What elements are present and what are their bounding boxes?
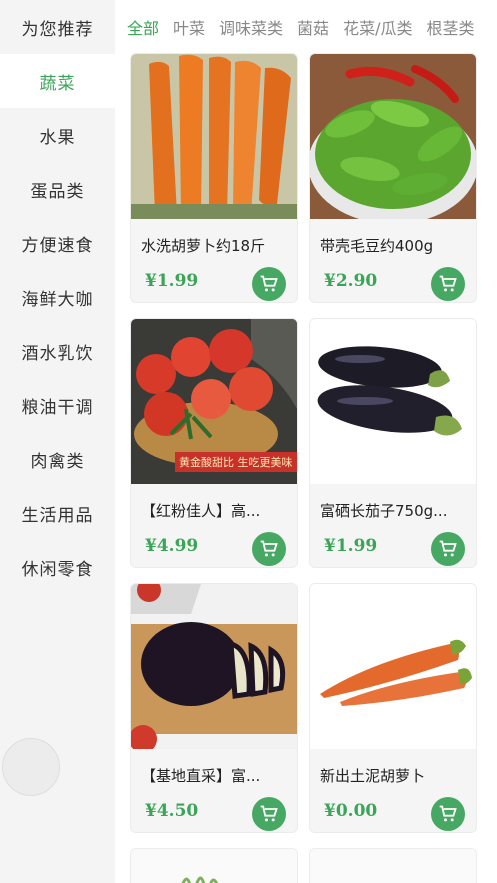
- product-area: 全部 叶菜 调味菜类 菌菇 花菜/瓜类 根茎类 水洗胡萝卜约18斤 ¥1.99: [115, 0, 497, 883]
- floating-assist-button[interactable]: [2, 738, 60, 796]
- add-to-cart-button[interactable]: [431, 267, 465, 301]
- cart-icon: [439, 805, 457, 822]
- sidebar-item-recommend[interactable]: 为您推荐: [0, 0, 115, 54]
- tab-mushroom[interactable]: 菌菇: [297, 15, 329, 39]
- sidebar-item-vegetables[interactable]: 蔬菜: [0, 54, 115, 108]
- cart-icon: [260, 275, 278, 292]
- cart-icon: [260, 805, 278, 822]
- product-image-sliced-eggplant: [131, 584, 297, 749]
- product-image-edamame: [310, 54, 476, 219]
- sidebar-item-fruit[interactable]: 水果: [0, 108, 115, 162]
- product-image: [131, 849, 297, 883]
- product-name: 带壳毛豆约400g: [320, 237, 434, 255]
- sidebar-item-daily-goods[interactable]: 生活用品: [0, 486, 115, 540]
- product-card[interactable]: [130, 848, 298, 883]
- add-to-cart-button[interactable]: [431, 532, 465, 566]
- product-price: ¥4.50: [145, 801, 199, 821]
- product-card[interactable]: 富硒长茄子750g... ¥1.99: [309, 318, 477, 568]
- product-image-tomatoes: 黄金酸甜比 生吃更美味: [131, 319, 297, 484]
- add-to-cart-button[interactable]: [252, 267, 286, 301]
- product-image-eggplant: [310, 319, 476, 484]
- tab-leafy[interactable]: 叶菜: [173, 15, 205, 39]
- product-image-muddy-carrots: [310, 584, 476, 749]
- sidebar-item-meat[interactable]: 肉禽类: [0, 432, 115, 486]
- sidebar-item-snacks[interactable]: 休闲零食: [0, 540, 115, 594]
- tab-seasoning-veg[interactable]: 调味菜类: [219, 15, 283, 39]
- product-card[interactable]: 【基地直采】富... ¥4.50: [130, 583, 298, 833]
- product-name: 水洗胡萝卜约18斤: [141, 237, 266, 255]
- product-image-carrots: [131, 54, 297, 219]
- product-name: 新出土泥胡萝卜: [320, 767, 426, 785]
- product-image: [310, 849, 476, 883]
- product-card[interactable]: [309, 848, 477, 883]
- cart-icon: [439, 275, 457, 292]
- category-sidebar: 为您推荐 蔬菜 水果 蛋品类 方便速食 海鲜大咖 酒水乳饮 粮油干调 肉禽类 生…: [0, 0, 115, 883]
- tab-all[interactable]: 全部: [127, 15, 159, 39]
- product-card[interactable]: 黄金酸甜比 生吃更美味 【红粉佳人】高... ¥4.99: [130, 318, 298, 568]
- subcategory-tabs: 全部 叶菜 调味菜类 菌菇 花菜/瓜类 根茎类: [115, 0, 497, 54]
- product-name: 【红粉佳人】高...: [141, 502, 261, 520]
- product-card[interactable]: 带壳毛豆约400g ¥2.90: [309, 53, 477, 303]
- product-card[interactable]: 水洗胡萝卜约18斤 ¥1.99: [130, 53, 298, 303]
- sidebar-item-grain-oil[interactable]: 粮油干调: [0, 378, 115, 432]
- product-price: ¥1.99: [324, 536, 378, 556]
- product-price: ¥2.90: [324, 271, 378, 291]
- tab-root[interactable]: 根茎类: [426, 15, 474, 39]
- add-to-cart-button[interactable]: [252, 797, 286, 831]
- product-price: ¥0.00: [324, 801, 378, 821]
- tab-flower-melon[interactable]: 花菜/瓜类: [343, 15, 412, 39]
- add-to-cart-button[interactable]: [431, 797, 465, 831]
- sidebar-item-drinks[interactable]: 酒水乳饮: [0, 324, 115, 378]
- cart-icon: [439, 540, 457, 557]
- product-name: 【基地直采】富...: [141, 767, 261, 785]
- product-price: ¥1.99: [145, 271, 199, 291]
- cart-icon: [260, 540, 278, 557]
- sidebar-item-eggs[interactable]: 蛋品类: [0, 162, 115, 216]
- sidebar-item-instant-food[interactable]: 方便速食: [0, 216, 115, 270]
- promo-tag: 黄金酸甜比 生吃更美味: [175, 452, 297, 472]
- product-card[interactable]: 新出土泥胡萝卜 ¥0.00: [309, 583, 477, 833]
- add-to-cart-button[interactable]: [252, 532, 286, 566]
- product-name: 富硒长茄子750g...: [320, 502, 448, 520]
- sidebar-item-seafood[interactable]: 海鲜大咖: [0, 270, 115, 324]
- product-price: ¥4.99: [145, 536, 199, 556]
